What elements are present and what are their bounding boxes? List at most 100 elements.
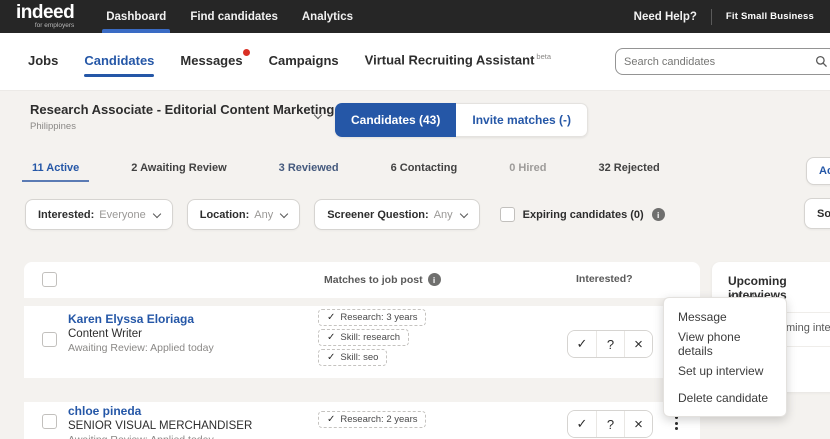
- matches-column-header: Matches to job post i: [324, 273, 441, 286]
- check-icon: ✓: [327, 414, 336, 425]
- status-tab-hired[interactable]: 0 Hired: [505, 158, 550, 186]
- chevron-down-icon: [459, 209, 468, 218]
- candidate-title: Content Writer: [68, 328, 142, 340]
- top-navbar: indeed for employers Dashboard Find cand…: [0, 0, 830, 33]
- expiring-candidates-label: Expiring candidates (0): [522, 208, 644, 221]
- interested-no-button[interactable]: ×: [624, 331, 652, 357]
- match-chip: ✓ Research: 2 years: [318, 411, 427, 428]
- candidate-info: Karen Elyssa Eloriaga Content Writer Awa…: [68, 312, 214, 354]
- indeed-employer-dashboard: indeed for employers Dashboard Find cand…: [0, 0, 830, 439]
- interested-maybe-button[interactable]: ?: [596, 331, 624, 357]
- menu-item-delete-candidate[interactable]: Delete candidate: [664, 384, 786, 411]
- menu-item-set-up-interview[interactable]: Set up interview: [664, 357, 786, 384]
- candidate-status: Awaiting Review: Applied today: [68, 342, 214, 354]
- logo-text: indeed: [16, 2, 75, 24]
- candidates-count-button[interactable]: Candidates (43): [335, 103, 457, 137]
- match-chip: ✓ Skill: research: [318, 329, 410, 346]
- table-row-karen: Karen Elyssa Eloriaga Content Writer Awa…: [24, 306, 700, 378]
- match-chip-label: Skill: seo: [340, 352, 379, 363]
- candidate-table-header: Matches to job post i Interested?: [24, 262, 700, 298]
- status-tab-reviewed[interactable]: 3 Reviewed: [275, 158, 343, 186]
- interested-maybe-button[interactable]: ?: [596, 411, 624, 437]
- interested-yes-button[interactable]: ✓: [568, 331, 596, 357]
- secondary-navbar: Jobs Candidates Messages Campaigns Virtu…: [0, 33, 830, 91]
- notification-dot-icon: [242, 48, 250, 56]
- match-chip: ✓ Research: 3 years: [318, 309, 427, 326]
- tab-jobs[interactable]: Jobs: [28, 43, 58, 82]
- filter-screener-label: Screener Question:: [327, 208, 429, 221]
- topnav-analytics[interactable]: Analytics: [290, 0, 365, 33]
- info-icon[interactable]: i: [427, 273, 441, 286]
- status-tabs: 11 Active 2 Awaiting Review 3 Reviewed 6…: [21, 158, 664, 186]
- tab-candidates[interactable]: Candidates: [84, 43, 155, 82]
- chevron-down-icon: [152, 209, 161, 218]
- expiring-candidates-filter: Expiring candidates (0) i: [499, 207, 665, 222]
- status-tab-awaiting-review[interactable]: 2 Awaiting Review: [127, 158, 230, 186]
- filter-interested-value: Everyone: [99, 208, 146, 221]
- candidate-context-menu: Message View phone details Set up interv…: [663, 297, 787, 417]
- match-chip-label: Research: 3 years: [340, 312, 418, 323]
- sort-button-clipped[interactable]: Sor: [804, 198, 830, 229]
- interested-column-header: Interested?: [576, 273, 633, 285]
- job-location: Philippines: [30, 121, 76, 132]
- search-icon[interactable]: [815, 55, 828, 68]
- candidates-invite-toggle: Candidates (43) Invite matches (-): [335, 103, 589, 137]
- check-icon: ✓: [327, 312, 336, 323]
- matches-header-label: Matches to job post: [324, 273, 423, 286]
- job-selector-title[interactable]: Research Associate - Editorial Content M…: [30, 102, 334, 117]
- tab-messages-label: Messages: [180, 52, 243, 68]
- search-input[interactable]: [624, 55, 815, 68]
- logo-subtext: for employers: [34, 22, 75, 30]
- check-icon: ✓: [327, 332, 336, 343]
- filter-location-label: Location:: [199, 208, 250, 221]
- match-chip: ✓ Skill: seo: [318, 349, 388, 366]
- topnav-find-candidates[interactable]: Find candidates: [178, 0, 290, 33]
- select-all-checkbox[interactable]: [42, 272, 57, 287]
- filter-location-value: Any: [254, 208, 274, 221]
- match-chips: ✓ Research: 2 years: [318, 411, 427, 428]
- topnav-divider: [710, 8, 712, 25]
- match-chip-label: Research: 2 years: [340, 414, 418, 425]
- row-checkbox[interactable]: [42, 332, 57, 347]
- expiring-candidates-checkbox[interactable]: [499, 207, 515, 222]
- status-tab-rejected[interactable]: 32 Rejected: [595, 158, 664, 186]
- vra-label: Virtual Recruiting Assistant: [364, 52, 535, 68]
- match-chips: ✓ Research: 3 years ✓ Skill: research ✓ Ski…: [318, 309, 427, 366]
- status-tab-contacting[interactable]: 6 Contacting: [387, 158, 462, 186]
- indeed-logo[interactable]: indeed for employers: [16, 2, 75, 30]
- candidate-name-link[interactable]: Karen Elyssa Eloriaga: [68, 312, 214, 326]
- status-tab-active[interactable]: 11 Active: [21, 158, 90, 186]
- candidate-name-link[interactable]: chloe pineda: [68, 404, 252, 418]
- interested-yes-button[interactable]: ✓: [568, 411, 596, 437]
- menu-item-view-phone-details[interactable]: View phone details: [664, 330, 786, 358]
- filter-bar: Interested: Everyone Location: Any Scree…: [25, 199, 665, 230]
- chevron-down-icon: [279, 209, 289, 218]
- candidate-search: [615, 48, 830, 75]
- candidate-status: Awaiting Review: Applied today: [68, 434, 252, 439]
- interested-button-group: ✓ ? ×: [567, 410, 653, 438]
- need-help-link[interactable]: Need Help?: [634, 11, 697, 23]
- interested-button-group: ✓ ? ×: [567, 330, 653, 358]
- match-chip-label: Skill: research: [340, 332, 401, 343]
- filter-location[interactable]: Location: Any: [186, 199, 301, 230]
- candidate-title: SENIOR VISUAL MERCHANDISER: [68, 420, 253, 432]
- info-icon[interactable]: i: [651, 208, 665, 221]
- menu-item-message[interactable]: Message: [664, 303, 786, 330]
- interested-no-button[interactable]: ×: [624, 411, 652, 437]
- beta-badge: beta: [536, 52, 552, 62]
- partner-brand-label: Fit Small Business: [725, 11, 814, 22]
- filter-interested[interactable]: Interested: Everyone: [25, 199, 173, 230]
- table-row-chloe: chloe pineda SENIOR VISUAL MERCHANDISER …: [24, 402, 700, 439]
- tab-campaigns[interactable]: Campaigns: [269, 43, 339, 82]
- tab-messages[interactable]: Messages: [180, 43, 250, 82]
- filter-screener-value: Any: [433, 208, 453, 221]
- invite-matches-button[interactable]: Invite matches (-): [456, 103, 589, 137]
- check-icon: ✓: [327, 352, 336, 363]
- candidate-info: chloe pineda SENIOR VISUAL MERCHANDISER …: [68, 404, 252, 439]
- tab-virtual-recruiting-assistant[interactable]: Virtual Recruiting Assistant beta: [365, 42, 551, 81]
- row-checkbox[interactable]: [42, 414, 57, 429]
- topnav-dashboard[interactable]: Dashboard: [94, 0, 178, 33]
- actions-button-clipped[interactable]: Ac: [806, 157, 830, 185]
- filter-screener-question[interactable]: Screener Question: Any: [314, 199, 480, 230]
- filter-interested-label: Interested:: [38, 208, 95, 221]
